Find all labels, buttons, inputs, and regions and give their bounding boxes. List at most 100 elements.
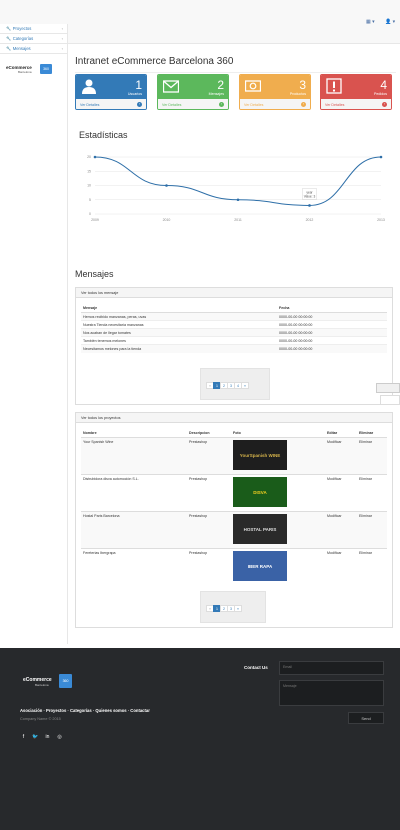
col-eliminar: Eliminar (357, 429, 387, 438)
data-point (308, 204, 311, 207)
panel-details-link[interactable]: Ver Detalles › (76, 99, 146, 109)
widget-toggle[interactable] (376, 383, 400, 393)
panel-count: 3 (299, 78, 306, 92)
footer-links[interactable]: Asociación · Proyectos · Categorías · Qu… (20, 708, 150, 713)
messages-box: Ver todos los mensaje Mensaje Fecha Hemo… (75, 287, 393, 405)
table-row[interactable]: También tenemos melones 0000-00-00 00:00:… (81, 336, 387, 345)
sidebar-item-mensajes[interactable]: 🔧 Mensajes ‹ (0, 44, 67, 54)
cell-photo: YourSpanish WINE (231, 437, 325, 475)
message-field[interactable]: Mensaje (279, 680, 384, 706)
line-chart: 051015202009 2010 2011 2012 2013yearValue: 3 (87, 155, 385, 222)
facebook-icon[interactable]: f (20, 734, 27, 741)
twitter-icon[interactable]: 🐦 (32, 734, 39, 741)
projects-pagination-well: « 1 2 3 » (200, 591, 266, 623)
cell-message: Nuestra Tienda necesitaría manzanas (81, 320, 277, 329)
send-button[interactable]: Send (348, 712, 384, 724)
money-icon (245, 80, 261, 92)
col-descripcion: Descripcion (187, 429, 231, 438)
sidebar-item-proyectos[interactable]: 🔧 Proyectos ‹ (0, 24, 67, 34)
edit-link[interactable]: Modificar (325, 548, 357, 586)
projects-box-header[interactable]: Ver todos los proyectos (76, 413, 392, 423)
data-point (165, 184, 168, 187)
table-row: Hostal Paris Barcelona Prestashop HOSTAL… (81, 511, 387, 549)
delete-link[interactable]: Eliminar (357, 474, 387, 512)
x-tick-label: 2011 (234, 218, 242, 222)
col-fecha: Fecha (277, 304, 387, 313)
cell-desc: Prestashop (187, 511, 231, 549)
arrow-right-icon: › (219, 102, 224, 107)
data-point (93, 155, 97, 159)
cell-name: Hostal Paris Barcelona (81, 511, 187, 549)
edit-link[interactable]: Modificar (325, 474, 357, 512)
footer-logo[interactable]: eCommerce Barcelona 360 (23, 674, 75, 690)
user-menu-icon[interactable]: 👤 ▾ (385, 19, 395, 25)
cell-date: 0000-00-00 00:00:00 (277, 320, 387, 329)
table-row[interactable]: Nos acaban de llegar tomates 0000-00-00 0… (81, 328, 387, 337)
project-photo: IBER RAPA (233, 551, 287, 581)
edit-link[interactable]: Modificar (325, 437, 357, 475)
sidebar-item-categorias[interactable]: 🔧 Categorías ‹ (0, 34, 67, 44)
cell-desc: Prestashop (187, 548, 231, 586)
series-line (94, 156, 382, 206)
email-field[interactable]: Email (279, 661, 384, 675)
col-mensaje: Mensaje (81, 304, 277, 313)
pager-next[interactable]: » (241, 382, 249, 389)
social-links: f 🐦 in ◎ (20, 734, 63, 741)
pagination: « 1 2 3 4 » (206, 382, 249, 389)
panel-details-link[interactable]: Ver Detalles › (158, 99, 228, 109)
messages-heading: Mensajes (75, 269, 114, 279)
table-row[interactable]: Hemos recibido manzanas, peras, uvas 0000… (81, 312, 387, 321)
cell-name: Fereterias Ibergrapa (81, 548, 187, 586)
panel-details-link[interactable]: Ver Detalles › (240, 99, 310, 109)
delete-link[interactable]: Eliminar (357, 548, 387, 586)
wrench-icon: 🔧 (6, 25, 12, 31)
footer: eCommerce Barcelona 360 Asociación · Pro… (0, 648, 400, 830)
panel-label: Usuarios (127, 92, 142, 96)
contact-heading: Contact Us (244, 665, 268, 670)
panel-count: 2 (217, 78, 224, 92)
x-tick-label: 2012 (306, 218, 314, 222)
messages-pagination-well: « 1 2 3 4 » (200, 368, 270, 400)
delete-link[interactable]: Eliminar (357, 511, 387, 549)
x-tick-label: 2009 (91, 218, 99, 222)
table-row[interactable]: Necesitamos melones para la tienda 0000-0… (81, 344, 387, 353)
cell-message: Nos acaban de llegar tomates (81, 328, 277, 337)
cell-message: También tenemos melones (81, 336, 277, 345)
widget-panel[interactable] (380, 395, 400, 405)
footer-copyright: Company Name © 2015 (20, 717, 61, 721)
cell-photo: DISVA (231, 474, 325, 512)
x-tick-label: 2010 (163, 218, 171, 222)
pager-next[interactable]: » (234, 605, 242, 612)
chevron-icon: ‹ (61, 46, 63, 51)
project-photo: DISVA (233, 477, 287, 507)
linkedin-icon[interactable]: in (44, 734, 51, 741)
panel-details-link[interactable]: Ver Detalles › (321, 99, 391, 109)
exclamation-icon (326, 78, 342, 94)
chevron-icon: ‹ (61, 26, 63, 31)
edit-link[interactable]: Modificar (325, 511, 357, 549)
github-icon[interactable]: ◎ (56, 734, 63, 741)
panel-label: Mensajes (208, 92, 224, 96)
cell-name: Distrubidora disva automoción S.L. (81, 474, 187, 512)
table-row[interactable]: Nuestra Tienda necesitaría manzanas 0000-… (81, 320, 387, 329)
panel-label: Productos (289, 92, 306, 96)
panel-count: 4 (380, 78, 387, 92)
title-divider (75, 72, 396, 73)
stats-chart: 0 5 10 15 20 2009 2010 2011 2012 2013 year Value: 3 (75, 147, 395, 231)
col-editar: Editar (325, 429, 357, 438)
delete-link[interactable]: Eliminar (357, 437, 387, 475)
sidebar-logo[interactable]: eCommerce Barcelona 360 (6, 64, 56, 76)
floating-widget[interactable] (376, 383, 400, 409)
user-icon (82, 79, 96, 94)
arrow-right-icon: › (137, 102, 142, 107)
cell-photo: IBER RAPA (231, 548, 325, 586)
cell-date: 0000-00-00 00:00:00 (277, 336, 387, 345)
data-point (236, 198, 240, 202)
grid-menu-icon[interactable]: ▦ ▾ (366, 19, 375, 25)
panel-count: 1 (135, 78, 142, 92)
details-label: Ver Detalles (80, 103, 100, 107)
main-content: Intranet eCommerce Barcelona 360 1 Usuar… (69, 44, 400, 644)
messages-box-header[interactable]: Ver todos los mensaje (76, 288, 392, 298)
logo-badge: 360 (40, 64, 52, 74)
panel-usuarios: 1 Usuarios Ver Detalles › (75, 74, 147, 110)
